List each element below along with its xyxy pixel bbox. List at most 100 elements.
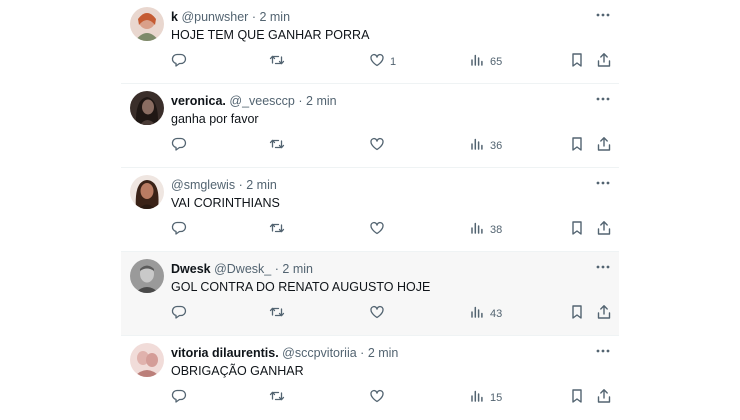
share-button[interactable] bbox=[596, 220, 612, 241]
author-handle[interactable]: @sccpvitoriia bbox=[282, 346, 357, 360]
more-icon[interactable] bbox=[595, 175, 611, 191]
share-icon bbox=[596, 388, 612, 409]
share-icon bbox=[596, 220, 612, 241]
tweet-header: veronica. @_veesccp · 2 min bbox=[171, 93, 337, 109]
separator: · bbox=[251, 10, 256, 24]
bookmark-button[interactable] bbox=[569, 220, 585, 239]
author-name[interactable]: vitoria dilaurentis. bbox=[171, 346, 279, 360]
tweet-actions: 36 bbox=[171, 136, 612, 157]
like-button[interactable] bbox=[369, 221, 390, 239]
reply-button[interactable] bbox=[171, 53, 187, 71]
views-button[interactable]: 38 bbox=[469, 221, 502, 239]
view-count: 15 bbox=[490, 392, 503, 404]
tweet-text: OBRIGAÇÃO GANHAR bbox=[171, 364, 304, 378]
retweet-button[interactable] bbox=[269, 305, 285, 323]
more-icon[interactable] bbox=[595, 7, 611, 23]
avatar[interactable] bbox=[130, 343, 164, 377]
tweet[interactable]: veronica. @_veesccp · 2 min ganha por fa… bbox=[121, 84, 619, 168]
retweet-icon bbox=[269, 388, 285, 409]
tweet-actions: 43 bbox=[171, 304, 612, 325]
share-icon bbox=[596, 304, 612, 325]
timestamp[interactable]: 2 min bbox=[246, 178, 277, 192]
share-button[interactable] bbox=[596, 388, 612, 409]
tweet-text: ganha por favor bbox=[171, 112, 259, 126]
tweet[interactable]: @smglewis · 2 min VAI CORINTHIANS 38 bbox=[121, 168, 619, 252]
retweet-icon bbox=[269, 220, 285, 241]
separator: · bbox=[238, 178, 243, 192]
views-button[interactable]: 43 bbox=[469, 305, 502, 323]
retweet-button[interactable] bbox=[269, 389, 285, 407]
retweet-button[interactable] bbox=[269, 221, 285, 239]
bookmark-button[interactable] bbox=[569, 388, 585, 407]
avatar[interactable] bbox=[130, 7, 164, 41]
author-handle[interactable]: @Dwesk_ bbox=[214, 262, 271, 276]
like-icon bbox=[369, 220, 385, 241]
tweet-text: VAI CORINTHIANS bbox=[171, 196, 280, 210]
retweet-icon bbox=[269, 52, 285, 73]
like-button[interactable] bbox=[369, 389, 390, 407]
share-button[interactable] bbox=[596, 136, 612, 157]
views-icon bbox=[469, 220, 485, 241]
avatar[interactable] bbox=[130, 175, 164, 209]
reply-button[interactable] bbox=[171, 137, 187, 155]
like-button[interactable]: 1 bbox=[369, 53, 396, 71]
author-handle[interactable]: @punwsher bbox=[181, 10, 248, 24]
views-icon bbox=[469, 52, 485, 73]
tweet-text: HOJE TEM QUE GANHAR PORRA bbox=[171, 28, 370, 42]
views-icon bbox=[469, 388, 485, 409]
share-button[interactable] bbox=[596, 52, 612, 71]
separator: · bbox=[298, 94, 303, 108]
bookmark-button[interactable] bbox=[569, 52, 585, 71]
bookmark-button[interactable] bbox=[569, 136, 585, 155]
tweet[interactable]: k @punwsher · 2 min HOJE TEM QUE GANHAR … bbox=[121, 0, 619, 84]
share-button[interactable] bbox=[596, 304, 612, 325]
like-button[interactable] bbox=[369, 137, 390, 155]
more-icon[interactable] bbox=[595, 343, 611, 359]
tweet-header: @smglewis · 2 min bbox=[171, 177, 277, 193]
tweet-actions: 38 bbox=[171, 220, 612, 241]
avatar[interactable] bbox=[130, 91, 164, 125]
views-icon bbox=[469, 136, 485, 157]
like-icon bbox=[369, 136, 385, 157]
like-count: 1 bbox=[390, 56, 397, 68]
reply-icon bbox=[171, 220, 187, 241]
like-icon bbox=[369, 304, 385, 325]
reply-icon bbox=[171, 388, 187, 409]
like-icon bbox=[369, 52, 385, 73]
author-handle[interactable]: @_veesccp bbox=[229, 94, 295, 108]
view-count: 65 bbox=[490, 56, 503, 68]
author-name[interactable]: Dwesk bbox=[171, 262, 211, 276]
reply-icon bbox=[171, 136, 187, 157]
author-name[interactable]: veronica. bbox=[171, 94, 226, 108]
retweet-icon bbox=[269, 136, 285, 157]
share-icon bbox=[596, 136, 612, 157]
tweet[interactable]: vitoria dilaurentis. @sccpvitoriia · 2 m… bbox=[121, 336, 619, 420]
tweet[interactable]: Dwesk @Dwesk_ · 2 min GOL CONTRA DO RENA… bbox=[121, 252, 619, 336]
tweet-feed: k @punwsher · 2 min HOJE TEM QUE GANHAR … bbox=[121, 0, 619, 420]
retweet-button[interactable] bbox=[269, 137, 285, 155]
reply-button[interactable] bbox=[171, 305, 187, 323]
retweet-icon bbox=[269, 304, 285, 325]
like-button[interactable] bbox=[369, 305, 390, 323]
timestamp[interactable]: 2 min bbox=[306, 94, 337, 108]
tweet-actions: 1 65 bbox=[171, 52, 612, 71]
more-icon[interactable] bbox=[595, 91, 611, 107]
tweet-header: vitoria dilaurentis. @sccpvitoriia · 2 m… bbox=[171, 345, 398, 361]
author-name[interactable]: k bbox=[171, 10, 178, 24]
reply-button[interactable] bbox=[171, 389, 187, 407]
avatar[interactable] bbox=[130, 259, 164, 293]
separator: · bbox=[360, 346, 365, 360]
bookmark-icon bbox=[569, 304, 585, 325]
views-button[interactable]: 15 bbox=[469, 389, 502, 407]
reply-icon bbox=[171, 52, 187, 73]
retweet-button[interactable] bbox=[269, 53, 285, 71]
views-button[interactable]: 36 bbox=[469, 137, 502, 155]
author-handle[interactable]: @smglewis bbox=[171, 178, 235, 192]
bookmark-button[interactable] bbox=[569, 304, 585, 325]
reply-button[interactable] bbox=[171, 221, 187, 239]
timestamp[interactable]: 2 min bbox=[282, 262, 313, 276]
views-button[interactable]: 65 bbox=[469, 53, 502, 71]
more-icon[interactable] bbox=[595, 259, 611, 275]
timestamp[interactable]: 2 min bbox=[259, 10, 290, 24]
timestamp[interactable]: 2 min bbox=[368, 346, 399, 360]
